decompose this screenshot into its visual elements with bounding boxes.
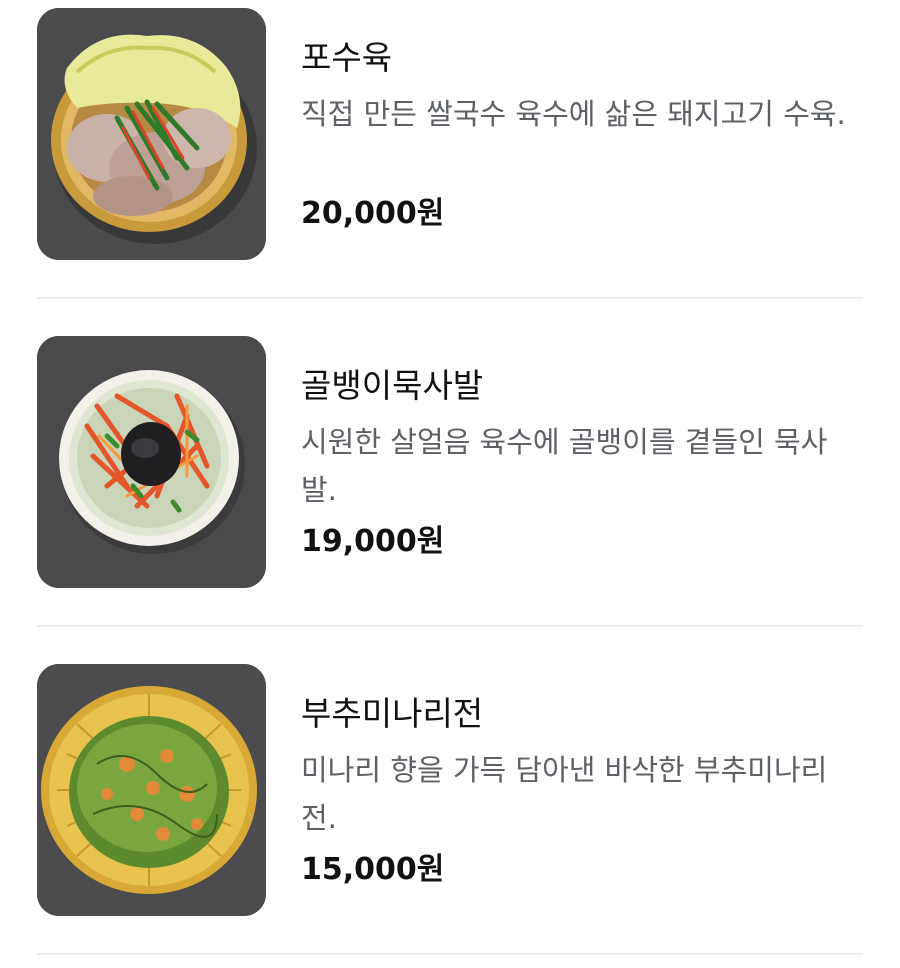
sea-snail-jelly-bowl-photo-icon [37,336,266,588]
menu-item-bosaeng-pork[interactable]: 포수육 직접 만든 쌀국수 육수에 삶은 돼지고기 수육. 20,000원 [37,8,863,298]
menu-item-price: 19,000원 [301,524,445,559]
menu-item-name: 부추미나리전 [301,694,484,733]
boiled-pork-photo-icon [37,8,266,260]
divider [37,953,863,955]
menu-item-golbaengi-muksabal[interactable]: 골뱅이묵사발 시원한 살얼음 육수에 골뱅이를 곁들인 묵사발. 19,000원 [37,336,863,626]
menu-item-description: 시원한 살얼음 육수에 골뱅이를 곁들인 묵사발. [301,425,828,507]
menu-item-name: 포수육 [301,38,393,77]
menu-item-price: 15,000원 [301,852,445,887]
chive-pancake-photo-icon [37,664,266,916]
menu-item-photo[interactable] [37,664,266,916]
menu-item-description: 미나리 향을 가득 담아낸 바삭한 부추미나리전. [301,753,828,835]
menu-item-buchu-minari-jeon[interactable]: 부추미나리전 미나리 향을 가득 담아낸 바삭한 부추미나리전. 15,000원 [37,664,863,954]
menu-item-description: 직접 만든 쌀국수 육수에 삶은 돼지고기 수육. [301,97,846,131]
menu-item-photo[interactable] [37,336,266,588]
menu-item-price: 20,000원 [301,196,445,231]
menu-item-name: 골뱅이묵사발 [301,366,484,405]
divider [37,297,863,299]
divider [37,625,863,627]
menu-item-photo[interactable] [37,8,266,260]
menu-list: 포수육 직접 만든 쌀국수 육수에 삶은 돼지고기 수육. 20,000원 골뱅… [0,0,900,968]
